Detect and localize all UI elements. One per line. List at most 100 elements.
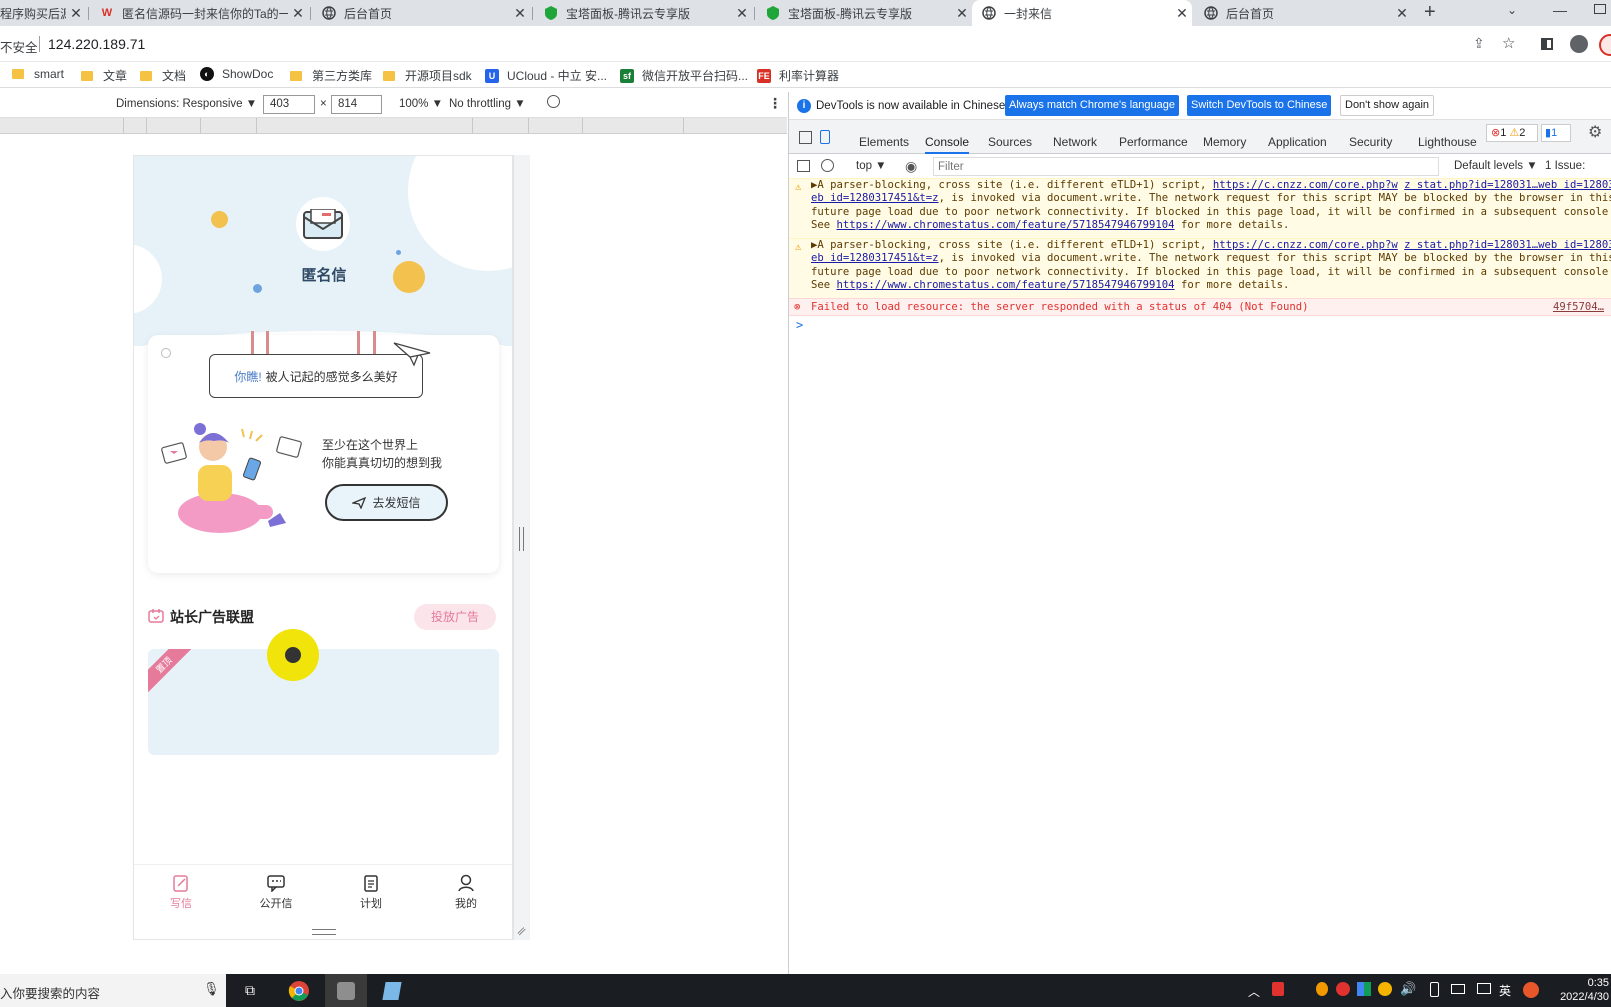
task-view-icon[interactable]: ⧉ [236, 974, 264, 1007]
close-icon[interactable]: ✕ [732, 5, 752, 22]
settings-gear-icon[interactable]: ⚙ [1588, 122, 1602, 142]
eye-icon[interactable]: ◉ [905, 158, 917, 175]
tab-application[interactable]: Application [1268, 130, 1327, 154]
bookmark-star-icon[interactable]: ☆ [1502, 34, 1515, 52]
msg-source-link[interactable]: 49f5704… [1553, 301, 1604, 314]
close-icon[interactable]: ✕ [66, 5, 86, 22]
console-warning-message[interactable]: ⚠ ▶A parser-blocking, cross site (i.e. d… [789, 178, 1611, 238]
profile-avatar[interactable] [1570, 35, 1588, 53]
share-icon[interactable]: ⇪ [1473, 35, 1485, 52]
log-levels-select[interactable]: Default levels ▼ [1454, 160, 1538, 172]
msg-link[interactable]: z stat.php?id=128031…web id=12803174 [1404, 179, 1611, 191]
bookmark-site[interactable]: sf 微信开放平台扫码... [620, 67, 748, 84]
close-icon[interactable]: ✕ [288, 5, 308, 22]
viewport-scrollbar[interactable] [513, 155, 530, 940]
bookmark-site[interactable]: U UCloud - 中立 安... [485, 67, 607, 84]
clock[interactable]: 0:35 2022/4/30 [1553, 976, 1609, 1004]
security-label[interactable]: 不安全 [0, 37, 38, 56]
console-prompt[interactable]: > [796, 318, 803, 332]
tray-app-icon[interactable] [1357, 982, 1371, 996]
tab-elements[interactable]: Elements [859, 130, 909, 154]
inspect-icon[interactable] [799, 131, 812, 144]
maximize-icon[interactable] [1594, 4, 1606, 14]
close-icon[interactable]: ✕ [952, 5, 972, 22]
msg-link[interactable]: z stat.php?id=128031…web id=12803174 [1404, 239, 1611, 251]
switch-chinese-button[interactable]: Switch DevTools to Chinese [1187, 95, 1332, 116]
issue-counters[interactable]: ⊗1 ⚠2 [1486, 124, 1538, 142]
taskbar-search[interactable]: 入你要搜索的内容 🎙 [0, 974, 226, 1007]
tab-lighthouse[interactable]: Lighthouse [1418, 130, 1477, 154]
console-warning-message[interactable]: ⚠ ▶A parser-blocking, cross site (i.e. d… [789, 238, 1611, 298]
ime-indicator[interactable]: 英 [1499, 982, 1511, 999]
send-letter-button[interactable]: 去发短信 [325, 484, 448, 521]
console-filter-input[interactable] [933, 157, 1439, 176]
tab-memory[interactable]: Memory [1203, 130, 1246, 154]
browser-tab[interactable]: 后台首页 ✕ [1194, 0, 1412, 26]
tray-app-icon[interactable] [1336, 982, 1350, 996]
tab-search-icon[interactable]: ⌄ [1507, 3, 1517, 17]
issues-button[interactable]: 1 Issue: [1545, 160, 1585, 172]
tray-app-icon[interactable] [1378, 982, 1392, 996]
msg-link[interactable]: https://www.chromestatus.com/feature/571… [837, 279, 1175, 291]
bookmark-folder[interactable]: 文档 [140, 67, 186, 84]
tab-console[interactable]: Console [925, 130, 970, 154]
bookmark-folder[interactable]: 文章 [81, 67, 127, 84]
ad-banner[interactable]: 置顶 [148, 649, 499, 755]
clear-console-icon[interactable] [821, 159, 834, 172]
minimize-icon[interactable]: — [1553, 2, 1567, 18]
keyboard-icon[interactable] [1451, 984, 1465, 994]
throttling-select[interactable]: No throttling ▼ [449, 98, 526, 110]
width-input[interactable]: 403 [263, 95, 315, 114]
tray-app-icon[interactable] [1316, 982, 1328, 996]
tab-sources[interactable]: Sources [988, 130, 1032, 154]
rotate-icon[interactable] [547, 95, 560, 108]
msg-link[interactable]: eb id=1280317451&t=z [811, 192, 939, 204]
new-tab-button[interactable]: + [1424, 1, 1436, 24]
bookmark-site[interactable]: ◐ ShowDoc [200, 67, 273, 81]
context-select[interactable]: top ▼ [856, 160, 887, 172]
bottom-resize-handle-icon[interactable] [312, 929, 336, 935]
browser-tab[interactable]: 宝塔面板-腾讯云专享版 ✕ [534, 0, 752, 26]
more-options-icon[interactable]: ⋮ [768, 95, 782, 112]
sogou-icon[interactable] [1523, 982, 1539, 998]
bookmark-folder[interactable]: 开源项目sdk [383, 67, 472, 84]
microphone-icon[interactable]: 🎙 [203, 981, 220, 997]
sidebar-toggle-icon[interactable] [797, 160, 810, 172]
msg-link[interactable]: https://c.cnzz.com/core.php?w [1213, 179, 1398, 191]
close-icon[interactable]: ✕ [1392, 5, 1412, 22]
nav-public-letters[interactable]: 公开信 [246, 874, 306, 911]
dimensions-select[interactable]: Dimensions: Responsive ▼ [116, 98, 257, 110]
browser-tab-active[interactable]: 一封来信 ✕ [972, 0, 1192, 26]
msg-link[interactable]: https://c.cnzz.com/core.php?w [1213, 239, 1398, 251]
tray-app-icon[interactable] [1272, 982, 1284, 996]
tab-security[interactable]: Security [1349, 130, 1392, 154]
bookmark-site[interactable]: FE 利率计算器 [757, 67, 839, 84]
close-icon[interactable]: ✕ [1172, 5, 1192, 22]
volume-icon[interactable]: 🔊 [1400, 981, 1416, 997]
bookmark-folder[interactable]: 第三方类库 [290, 67, 372, 84]
browser-tab[interactable]: 宝塔面板-腾讯云专享版 ✕ [756, 0, 972, 26]
tab-network[interactable]: Network [1053, 130, 1097, 154]
bookmark-folder[interactable]: smart [12, 67, 64, 81]
height-input[interactable]: 814 [331, 95, 382, 114]
nav-write[interactable]: 写信 [151, 874, 211, 911]
url-text[interactable]: 124.220.189.71 [48, 36, 145, 52]
nav-plan[interactable]: 计划 [341, 874, 401, 911]
chrome-taskbar-icon[interactable] [286, 974, 312, 1007]
tab-performance[interactable]: Performance [1119, 130, 1188, 154]
tray-chevron-icon[interactable]: ︿ [1248, 983, 1260, 1000]
info-counter[interactable]: ▮1 [1541, 124, 1571, 142]
device-toggle-icon[interactable] [820, 130, 830, 144]
zoom-select[interactable]: 100% ▼ [399, 98, 443, 110]
network-icon[interactable] [1477, 983, 1491, 994]
msg-link[interactable]: https://www.chromestatus.com/feature/571… [837, 219, 1175, 231]
battery-icon[interactable] [1430, 982, 1439, 997]
browser-tab[interactable]: W 匿名信源码一封来信你的Ta的一 ✕ [90, 0, 308, 26]
app-taskbar-icon[interactable] [378, 974, 406, 1007]
dont-show-button[interactable]: Don't show again [1340, 95, 1435, 116]
app-taskbar-icon[interactable] [325, 974, 367, 1007]
resize-handle-icon[interactable] [519, 527, 524, 551]
browser-tab[interactable]: 后台首页 ✕ [312, 0, 530, 26]
media-query-ruler[interactable] [0, 118, 787, 134]
menu-button[interactable] [1599, 34, 1611, 56]
